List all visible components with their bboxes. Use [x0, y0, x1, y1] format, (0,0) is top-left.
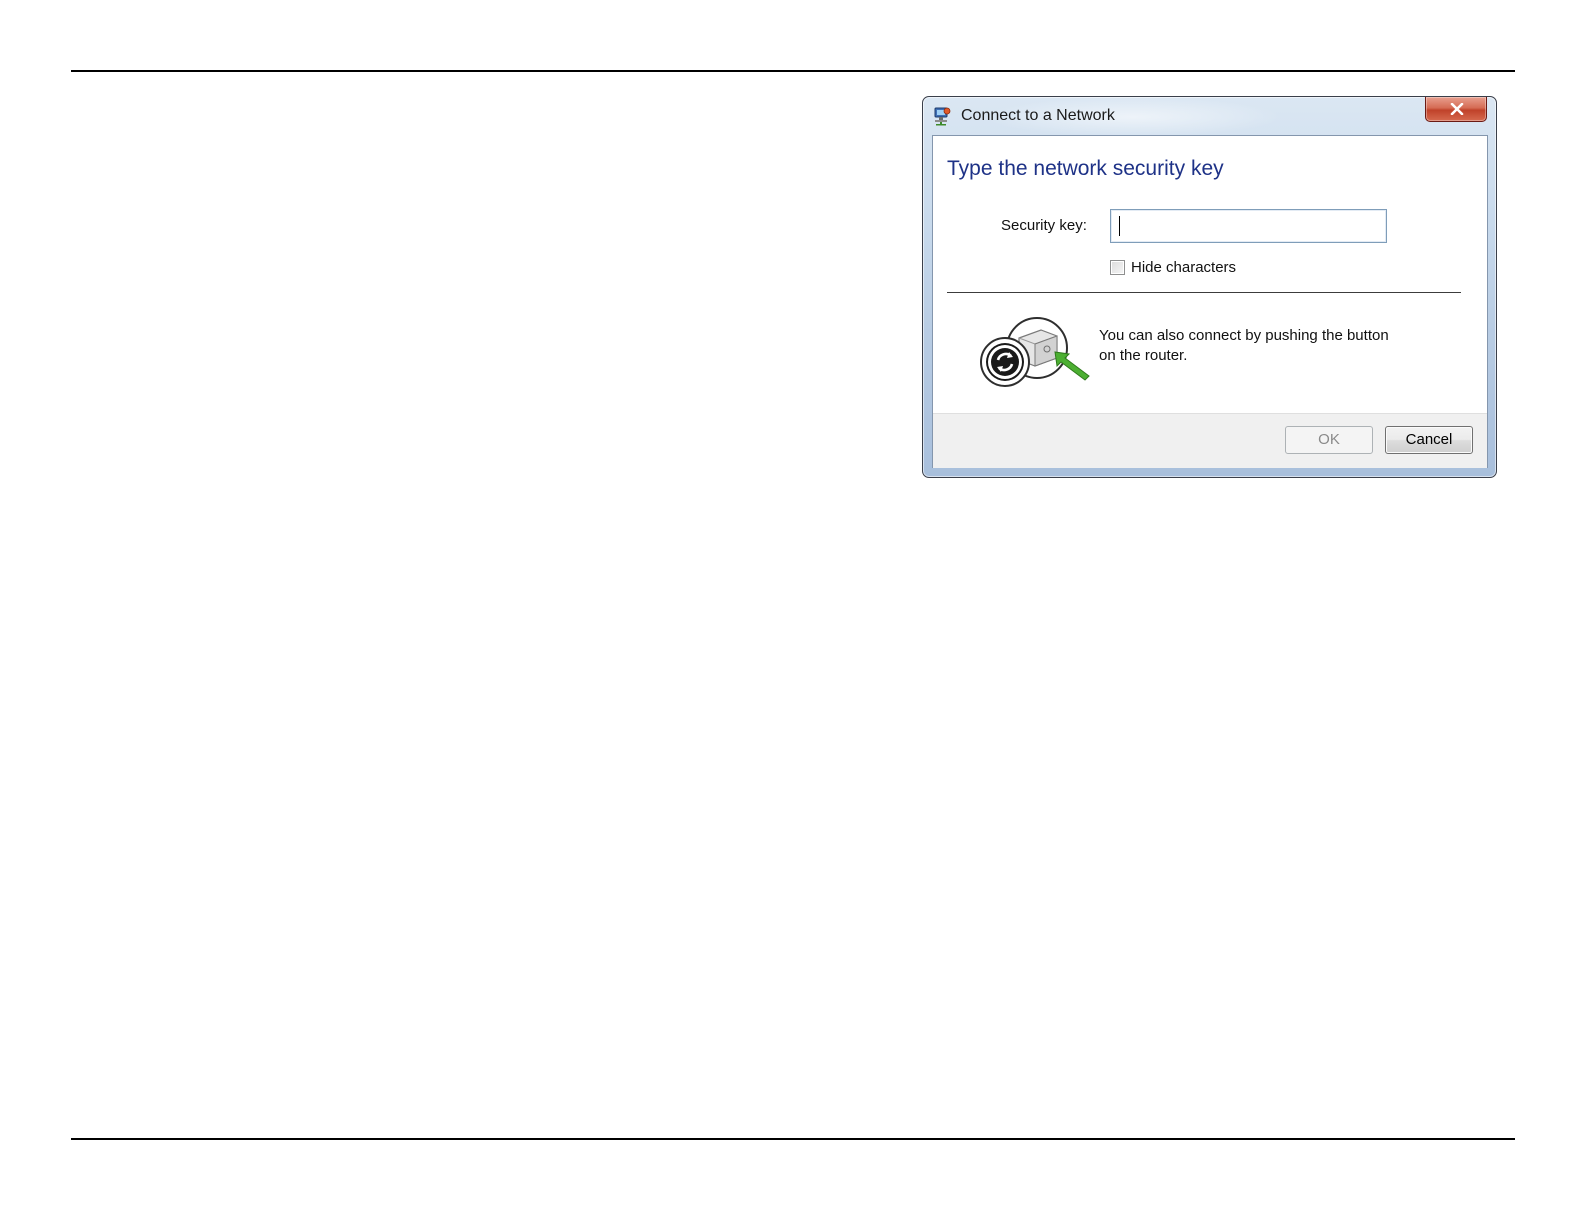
hide-characters-option[interactable]: Hide characters	[1110, 258, 1236, 276]
button-bar: OK Cancel	[933, 413, 1487, 468]
window-title: Connect to a Network	[961, 107, 1115, 124]
titlebar[interactable]: Connect to a Network	[923, 97, 1496, 135]
top-rule	[71, 70, 1515, 72]
connect-dialog-window: Connect to a Network Type the network se…	[922, 96, 1497, 478]
dialog-body: Type the network security key Security k…	[932, 135, 1488, 468]
text-caret	[1119, 216, 1120, 236]
ok-button[interactable]: OK	[1285, 426, 1373, 454]
separator	[947, 292, 1461, 293]
network-icon	[932, 106, 952, 126]
bottom-rule	[71, 1138, 1515, 1140]
security-key-input[interactable]	[1110, 209, 1387, 243]
wps-instructions: You can also connect by pushing the butt…	[1099, 327, 1389, 364]
hide-characters-checkbox[interactable]	[1110, 259, 1125, 275]
wps-router-button-icon	[979, 314, 1093, 394]
page-title: Type the network security key	[947, 157, 1224, 180]
cancel-button[interactable]: Cancel	[1385, 426, 1473, 454]
close-button[interactable]	[1425, 97, 1487, 122]
hide-characters-label: Hide characters	[1131, 258, 1237, 276]
close-icon	[1450, 103, 1464, 115]
security-key-label: Security key:	[1001, 217, 1087, 234]
